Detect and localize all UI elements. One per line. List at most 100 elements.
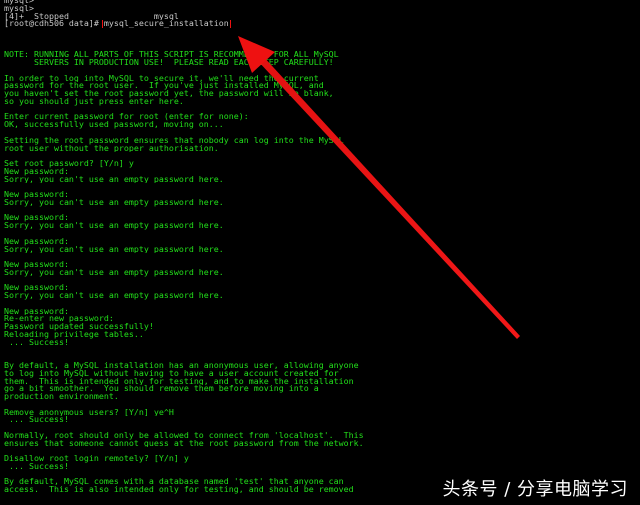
terminal-line-text: Reloading privilege tables.. xyxy=(4,330,144,339)
terminal-line-text: Sorry, you can't use an empty password h… xyxy=(4,222,224,230)
terminal-line-text: New password: xyxy=(4,284,69,293)
terminal-line: By default, a MySQL installation has an … xyxy=(4,362,640,370)
terminal-line-text: access. This is also intended only for t… xyxy=(4,486,354,494)
terminal-line: New password: xyxy=(4,284,640,292)
terminal-line-text: Disallow root login remotely? [Y/n] y xyxy=(4,455,189,463)
terminal-line-text: By default, MySQL comes with a database … xyxy=(4,478,344,487)
watermark-text: 头条号 / 分享电脑学习 xyxy=(442,479,628,500)
terminal-line-text: ... Success! xyxy=(4,338,69,347)
terminal-line: root user without the proper authorisati… xyxy=(4,145,640,153)
terminal-line: Sorry, you can't use an empty password h… xyxy=(4,246,640,254)
terminal-line: New password: xyxy=(4,238,640,246)
terminal-line: Set root password? [Y/n] y xyxy=(4,160,640,168)
terminal-line: mysql> xyxy=(4,5,640,13)
terminal-line: New password: xyxy=(4,168,640,176)
terminal-line-text: [root@cdh506 data]# xyxy=(4,20,104,29)
terminal-line-text: so you should just press enter here. xyxy=(4,97,184,106)
terminal-line: Enter current password for root (enter f… xyxy=(4,113,640,121)
terminal-line-text: Remove anonymous users? [Y/n] ye^H xyxy=(4,408,174,417)
terminal-line-text: ... Success! xyxy=(4,416,69,425)
terminal-line-text: [4]+ Stopped mysql xyxy=(4,12,179,21)
terminal-line-text: mysql> xyxy=(4,4,34,13)
terminal-line: Re-enter new password: xyxy=(4,315,640,323)
terminal-line-text: SERVERS IN PRODUCTION USE! PLEASE READ E… xyxy=(4,59,334,67)
terminal-line: ... Success! xyxy=(4,416,640,424)
terminal-line-text: OK, successfully used password, moving o… xyxy=(4,121,224,130)
terminal-window[interactable]: mysql>mysql>[4]+ Stopped mysql[root@cdh5… xyxy=(0,0,640,505)
terminal-line-text: password for the root user. If you've ju… xyxy=(4,82,324,91)
terminal-line: ... Success! xyxy=(4,463,640,471)
terminal-line: password for the root user. If you've ju… xyxy=(4,82,640,90)
terminal-line-text: Sorry, you can't use an empty password h… xyxy=(4,292,224,300)
terminal-line: Reloading privilege tables.. xyxy=(4,331,640,339)
terminal-line-text: Setting the root password ensures that n… xyxy=(4,136,344,145)
terminal-line: Sorry, you can't use an empty password h… xyxy=(4,199,640,207)
terminal-line: Sorry, you can't use an empty password h… xyxy=(4,222,640,230)
terminal-line-text: Re-enter new password: xyxy=(4,315,114,324)
terminal-line: to log into MySQL without having to have… xyxy=(4,370,640,378)
terminal-line: go a bit smoother. You should remove the… xyxy=(4,385,640,393)
terminal-line-text: to log into MySQL without having to have… xyxy=(4,369,339,378)
terminal-line: ... Success! xyxy=(4,339,640,347)
terminal-line: SERVERS IN PRODUCTION USE! PLEASE READ E… xyxy=(4,59,640,67)
terminal-line-text: Sorry, you can't use an empty password h… xyxy=(4,198,224,207)
terminal-line: New password: xyxy=(4,308,640,316)
terminal-line-text: New password: xyxy=(4,307,69,316)
terminal-line: New password: xyxy=(4,261,640,269)
terminal-line-text: Password updated successfully! xyxy=(4,323,154,331)
terminal-line: In order to log into MySQL to secure it,… xyxy=(4,75,640,83)
terminal-line: production environment. xyxy=(4,393,640,401)
terminal-line: so you should just press enter here. xyxy=(4,98,640,106)
highlighted-command: mysql_secure_installation xyxy=(101,20,231,29)
terminal-line: Disallow root login remotely? [Y/n] y xyxy=(4,455,640,463)
terminal-line-text: New password: xyxy=(4,214,69,223)
terminal-line: them. This is intended only for testing,… xyxy=(4,378,640,386)
terminal-output: mysql>mysql>[4]+ Stopped mysql[root@cdh5… xyxy=(4,0,640,494)
terminal-line: Setting the root password ensures that n… xyxy=(4,137,640,145)
terminal-line-text: production environment. xyxy=(4,393,119,401)
terminal-line: you haven't set the root password yet, t… xyxy=(4,90,640,98)
terminal-line: OK, successfully used password, moving o… xyxy=(4,121,640,129)
terminal-line-text: New password: xyxy=(4,261,69,269)
terminal-line-text: ensures that someone cannot guess at the… xyxy=(4,439,364,448)
terminal-line: Password updated successfully! xyxy=(4,323,640,331)
terminal-line-text: New password: xyxy=(4,167,69,176)
terminal-line-text: NOTE: RUNNING ALL PARTS OF THIS SCRIPT I… xyxy=(4,51,339,60)
terminal-line: Sorry, you can't use an empty password h… xyxy=(4,176,640,184)
terminal-line-text: By default, a MySQL installation has an … xyxy=(4,361,359,370)
terminal-line-text: Sorry, you can't use an empty password h… xyxy=(4,268,224,277)
terminal-line-text: Sorry, you can't use an empty password h… xyxy=(4,175,224,184)
terminal-line: Remove anonymous users? [Y/n] ye^H xyxy=(4,409,640,417)
terminal-line-text: Enter current password for root (enter f… xyxy=(4,113,249,122)
terminal-line: New password: xyxy=(4,191,640,199)
terminal-line: New password: xyxy=(4,214,640,222)
terminal-line-text: Normally, root should only be allowed to… xyxy=(4,431,364,440)
terminal-line-text: them. This is intended only for testing,… xyxy=(4,377,354,386)
terminal-line: [root@cdh506 data]# mysql_secure_install… xyxy=(4,20,640,29)
terminal-line-text: Sorry, you can't use an empty password h… xyxy=(4,245,224,254)
terminal-line: Sorry, you can't use an empty password h… xyxy=(4,269,640,277)
terminal-line-text: ... Success! xyxy=(4,462,69,471)
terminal-line: [4]+ Stopped mysql xyxy=(4,13,640,21)
terminal-line-text: In order to log into MySQL to secure it,… xyxy=(4,74,319,83)
terminal-line: Sorry, you can't use an empty password h… xyxy=(4,292,640,300)
terminal-line: ensures that someone cannot guess at the… xyxy=(4,440,640,448)
